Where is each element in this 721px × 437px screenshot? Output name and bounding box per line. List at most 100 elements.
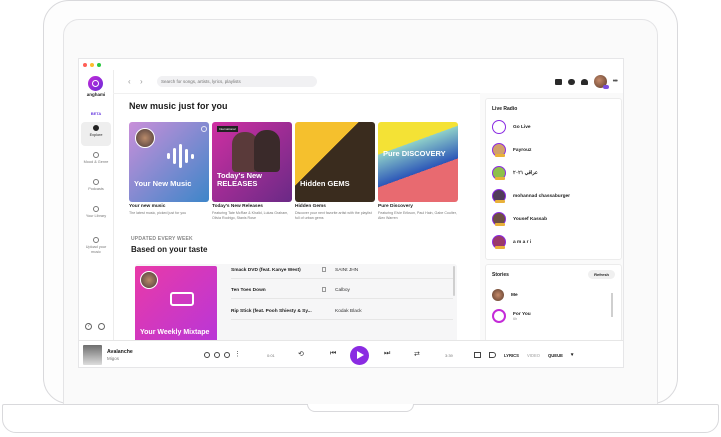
play-button[interactable] bbox=[350, 346, 369, 365]
live-radio-item[interactable]: a m a r i bbox=[492, 234, 531, 250]
compass-icon bbox=[93, 125, 99, 131]
anghami-logo-icon[interactable] bbox=[88, 76, 103, 91]
sidebar-item-label: Your Library bbox=[85, 214, 107, 218]
card-description: The latest music, picked just for you bbox=[129, 211, 187, 215]
card-art-text: Your New Music bbox=[134, 179, 192, 188]
track-row[interactable]: Smack DVD (feat. Kanye West) SAINt JHN bbox=[231, 264, 453, 279]
scrollbar[interactable] bbox=[611, 293, 613, 317]
maximize-icon[interactable] bbox=[97, 63, 101, 67]
app-name: anghami bbox=[86, 92, 106, 97]
total-time: 3:39 bbox=[445, 353, 453, 358]
app-window: anghami BETA Explore Mood & Genre Podcas… bbox=[78, 58, 624, 368]
search-bar[interactable] bbox=[157, 76, 317, 87]
card-art-text: Your Weekly Mixtape bbox=[140, 328, 210, 336]
playlist-card-new-releases[interactable]: International Today's New RELEASES bbox=[212, 122, 292, 202]
card-title: Today's New Releases bbox=[212, 204, 263, 209]
people-icon[interactable] bbox=[567, 78, 575, 85]
minimize-icon[interactable] bbox=[90, 63, 94, 67]
right-panel: Live Radio Go Live Fayrouz عراقي ٢٠٢١ mo… bbox=[480, 93, 623, 342]
window-controls bbox=[83, 63, 101, 67]
live-radio-item[interactable]: Go Live bbox=[492, 119, 531, 135]
live-radio-name: Fayrouz bbox=[513, 147, 532, 153]
more-options-icon[interactable]: ••• bbox=[613, 78, 618, 85]
playlist-card-pure-discovery[interactable]: Pure DISCOVERY bbox=[378, 122, 458, 202]
live-badge bbox=[495, 246, 505, 249]
card-description: Discover your next favorite artist with … bbox=[295, 211, 372, 220]
shuffle-icon[interactable]: ⇄ bbox=[414, 350, 420, 358]
beta-badge: BETA bbox=[90, 111, 102, 116]
live-radio-item[interactable]: Yousef Kassab bbox=[492, 211, 547, 227]
track-artist[interactable]: Kodak Black bbox=[335, 309, 362, 314]
previous-icon[interactable]: ⏮ bbox=[330, 350, 336, 358]
messages-icon[interactable] bbox=[554, 78, 562, 85]
next-icon[interactable]: ⏭ bbox=[384, 350, 390, 358]
live-radio-item[interactable]: عراقي ٢٠٢١ bbox=[492, 165, 538, 181]
help-icon[interactable]: ? bbox=[85, 323, 92, 330]
mixtape-card[interactable]: Your Weekly Mixtape bbox=[135, 266, 217, 340]
section-title: New music just for you bbox=[129, 101, 228, 111]
track-row[interactable]: Ten Toes Down Calboy bbox=[231, 284, 453, 299]
sidebar-item-podcasts[interactable]: Podcasts bbox=[81, 176, 111, 200]
story-item[interactable]: Me bbox=[492, 289, 518, 301]
forward-arrow-icon[interactable]: › bbox=[140, 77, 143, 86]
repeat-icon[interactable]: ⟲ bbox=[298, 350, 304, 358]
notifications-icon[interactable] bbox=[580, 78, 588, 85]
heart-icon[interactable] bbox=[204, 352, 210, 358]
track-artist[interactable]: SAINt JHN bbox=[335, 268, 358, 273]
now-playing-art[interactable] bbox=[83, 345, 102, 365]
gear-icon[interactable] bbox=[98, 323, 105, 330]
avatar bbox=[492, 212, 506, 226]
broadcast-icon bbox=[492, 120, 506, 134]
panel-title: Live Radio bbox=[492, 106, 518, 112]
card-title: Hidden Gems bbox=[295, 204, 326, 209]
now-playing-artist[interactable]: Migos bbox=[107, 356, 119, 361]
playlist-card-new-music[interactable]: Your New Music bbox=[129, 122, 209, 202]
chevron-down-icon[interactable]: ▾ bbox=[571, 352, 574, 358]
video-button[interactable]: VIDEO bbox=[527, 353, 540, 358]
avatar bbox=[492, 189, 506, 203]
now-playing-title[interactable]: Avalanche bbox=[107, 349, 133, 355]
top-bar: ‹ › ••• bbox=[113, 70, 623, 94]
download-icon[interactable] bbox=[214, 352, 220, 358]
sidebar-item-mood-genre[interactable]: Mood & Genre bbox=[81, 149, 111, 173]
avatar bbox=[492, 143, 506, 157]
play-icon[interactable] bbox=[201, 126, 207, 132]
live-radio-item[interactable]: Fayrouz bbox=[492, 142, 531, 158]
queue-button[interactable]: QUEUE bbox=[548, 353, 563, 358]
stories-panel: Stories Refresh Me For You 6h bbox=[485, 264, 622, 342]
track-artist[interactable]: Calboy bbox=[335, 288, 350, 293]
story-item[interactable]: For You 6h bbox=[492, 309, 531, 323]
search-input[interactable] bbox=[161, 79, 311, 84]
live-radio-name: mohannad chassaburger bbox=[513, 193, 571, 199]
sidebar-item-upload[interactable]: Upload your music bbox=[81, 234, 111, 258]
close-icon[interactable] bbox=[83, 63, 87, 67]
artist-photo bbox=[254, 130, 280, 172]
back-arrow-icon[interactable]: ‹ bbox=[128, 77, 131, 86]
playlist-card-hidden-gems[interactable]: Hidden GEMS bbox=[295, 122, 375, 202]
live-radio-name: Go Live bbox=[513, 124, 531, 130]
more-options-icon[interactable]: ⋮ bbox=[234, 351, 241, 358]
volume-icon[interactable] bbox=[489, 352, 496, 358]
live-badge bbox=[495, 223, 505, 226]
card-description: Featuring Tate McRae & Khalid, Lukas Gra… bbox=[212, 211, 289, 220]
current-time: 0:01 bbox=[267, 353, 275, 358]
share-icon[interactable] bbox=[224, 352, 230, 358]
mixtape-section: Your Weekly Mixtape Smack DVD (feat. Kan… bbox=[135, 264, 457, 340]
live-radio-name: a m a r i bbox=[513, 239, 532, 245]
lyrics-button[interactable]: LYRICS bbox=[504, 353, 519, 358]
library-icon bbox=[93, 206, 99, 212]
track-row[interactable]: Rip Stick (feat. Pooh Shiesty & Sy... Ko… bbox=[231, 305, 453, 320]
sidebar-item-label: Upload your music bbox=[85, 245, 107, 254]
card-art-text: Hidden GEMS bbox=[300, 179, 350, 188]
screen-icon[interactable] bbox=[474, 352, 481, 358]
live-radio-item[interactable]: mohannad chassaburger bbox=[492, 188, 570, 204]
headphones-icon bbox=[93, 152, 99, 158]
avatar[interactable] bbox=[593, 75, 609, 89]
track-name: Smack DVD (feat. Kanye West) bbox=[231, 268, 301, 273]
card-title: Your new music bbox=[129, 204, 166, 209]
sidebar-item-library[interactable]: Your Library bbox=[81, 203, 111, 227]
scrollbar[interactable] bbox=[453, 266, 455, 296]
refresh-button[interactable]: Refresh bbox=[588, 270, 615, 279]
sidebar: anghami BETA Explore Mood & Genre Podcas… bbox=[79, 70, 114, 340]
sidebar-item-explore[interactable]: Explore bbox=[81, 122, 111, 146]
